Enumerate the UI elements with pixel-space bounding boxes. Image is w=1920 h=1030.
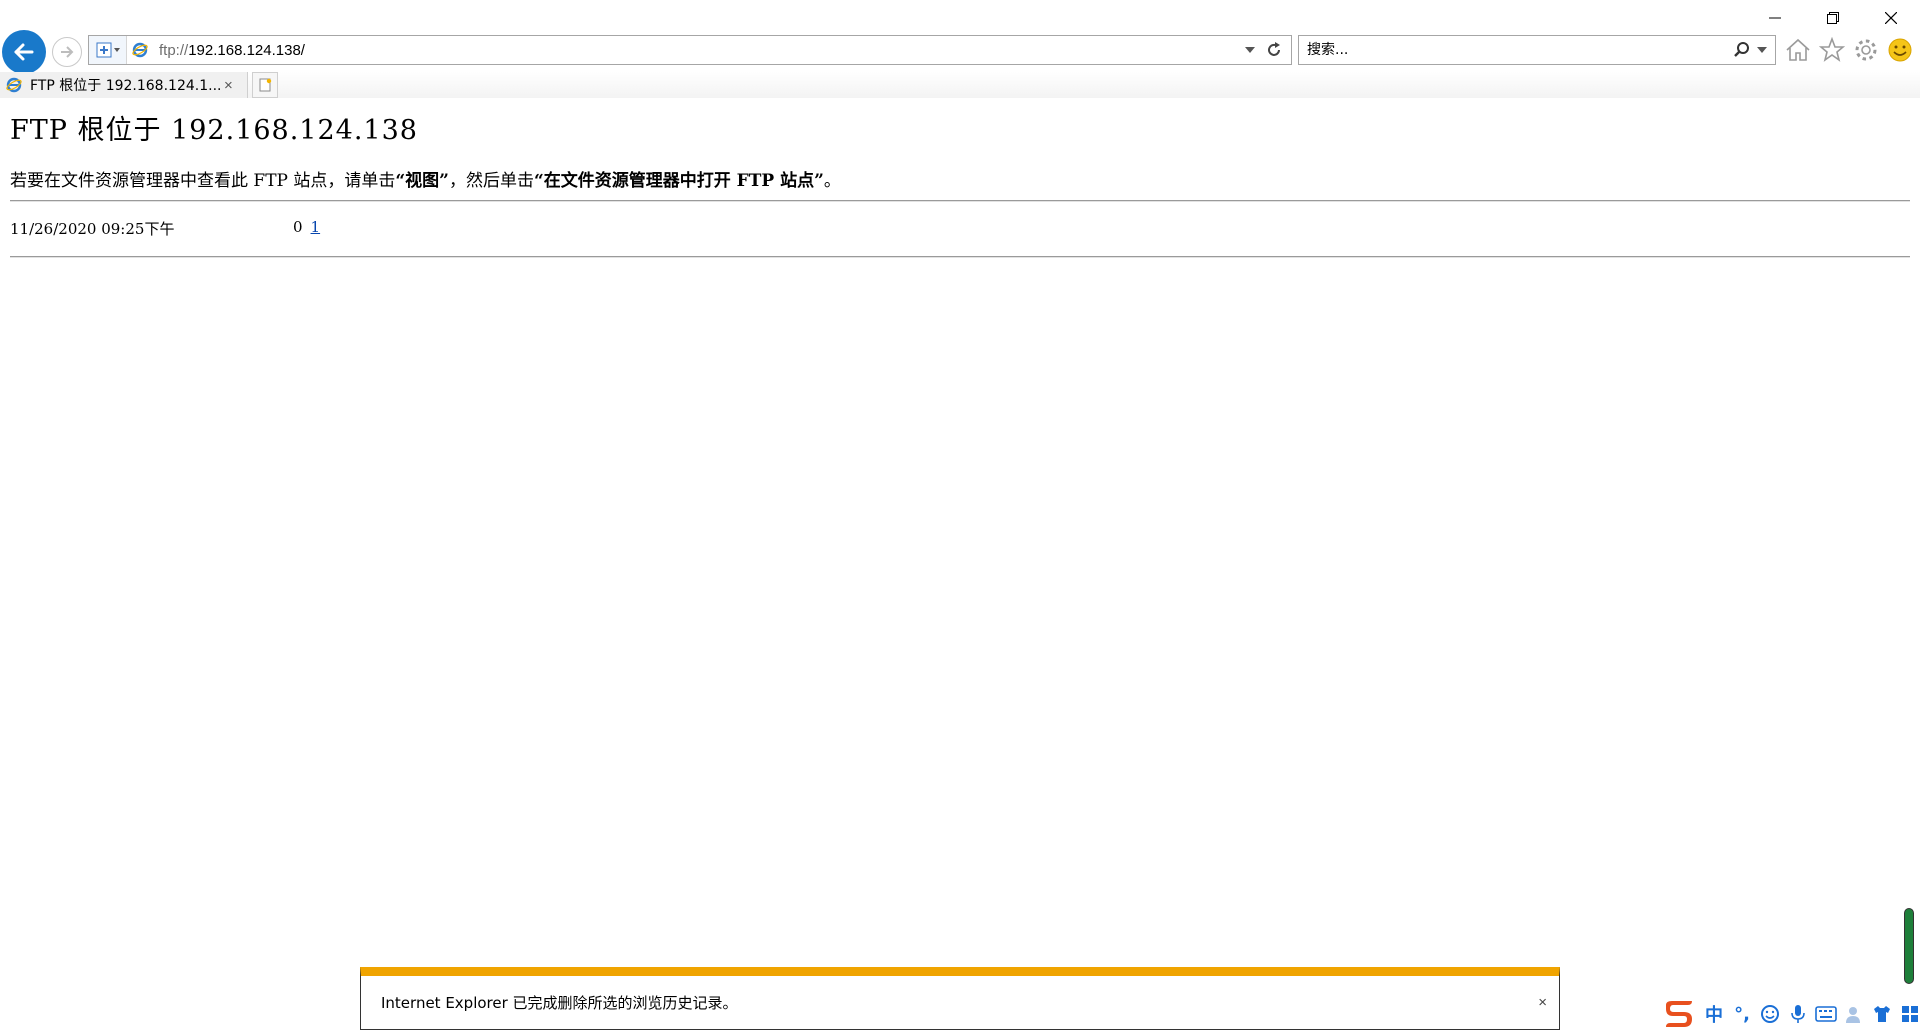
grid-icon — [1902, 1006, 1918, 1022]
keyboard-icon — [1815, 1006, 1837, 1022]
sogou-logo-icon — [1666, 1001, 1692, 1027]
instruction-middle: ，然后单击 — [448, 171, 534, 191]
ime-keyboard-button[interactable] — [1814, 1001, 1838, 1027]
search-input[interactable] — [1299, 41, 1733, 59]
ime-voice-button[interactable] — [1786, 1001, 1810, 1027]
internet-explorer-icon — [6, 77, 22, 93]
instruction-open: “在文件资源管理器中打开 FTP 站点” — [533, 171, 824, 191]
tab-bar: FTP 根位于 192.168.124.1... × — [0, 72, 1920, 98]
refresh-icon[interactable] — [1265, 41, 1283, 59]
gear-icon — [1855, 39, 1877, 61]
ie-page-icon — [127, 36, 153, 64]
url-host: 192.168.124.138/ — [188, 41, 305, 59]
chevron-down-icon — [113, 48, 120, 52]
ime-toolbar: 中 °, — [1660, 998, 1920, 1030]
star-icon — [1819, 37, 1845, 62]
notification-message: Internet Explorer 已完成删除所选的浏览历史记录。 — [381, 994, 738, 1012]
instruction-suffix: 。 — [823, 171, 841, 191]
smiley-icon — [1888, 38, 1912, 62]
search-dropdown-icon[interactable] — [1757, 46, 1767, 54]
ime-punctuation-toggle[interactable]: °, — [1730, 1001, 1754, 1027]
address-dropdown-icon[interactable] — [1245, 46, 1255, 54]
ime-skin-button[interactable] — [1870, 1001, 1894, 1027]
instruction-view: “视图” — [395, 171, 449, 191]
user-icon — [1846, 1007, 1860, 1023]
microphone-icon — [1791, 1005, 1805, 1023]
page-title: FTP 根位于 192.168.124.138 — [10, 115, 418, 146]
side-gauge — [1904, 908, 1914, 984]
listing-size: 0 — [293, 218, 303, 236]
minimize-icon — [1769, 17, 1781, 19]
compatibility-button[interactable] — [89, 36, 127, 64]
instruction-prefix: 若要在文件资源管理器中查看此 FTP 站点，请单击 — [10, 171, 396, 191]
new-tab-icon — [259, 78, 272, 92]
tab-title: FTP 根位于 192.168.124.1... — [30, 78, 220, 94]
listing-link[interactable]: 1 — [311, 218, 321, 239]
add-page-icon — [96, 42, 111, 58]
search-box[interactable] — [1298, 35, 1776, 65]
url-text[interactable]: ftp://192.168.124.138/ — [153, 42, 1245, 59]
shirt-icon — [1874, 1006, 1890, 1022]
navigation-bar: ftp://192.168.124.138/ — [0, 30, 1920, 74]
command-icons — [1784, 36, 1914, 64]
notification-close-button[interactable]: × — [1538, 994, 1547, 1011]
page-content: FTP 根位于 192.168.124.138 若要在文件资源管理器中查看此 F… — [0, 98, 1920, 1030]
ime-user-button[interactable] — [1842, 1001, 1866, 1027]
instruction-text: 若要在文件资源管理器中查看此 FTP 站点，请单击“视图”，然后单击“在文件资源… — [10, 166, 841, 191]
arrow-left-icon — [14, 43, 34, 61]
ime-mode-toggle[interactable]: 中 — [1702, 1001, 1726, 1027]
listing-date: 11/26/2020 09:25下午 — [10, 220, 175, 238]
favorites-button[interactable] — [1818, 36, 1846, 64]
list-item: 11/26/2020 09:25下午 0 1 — [10, 218, 320, 239]
url-scheme: ftp:// — [159, 41, 189, 59]
notification-bar: Internet Explorer 已完成删除所选的浏览历史记录。 × — [360, 967, 1560, 1030]
close-icon — [1885, 12, 1897, 24]
tab-ftp-root[interactable]: FTP 根位于 192.168.124.1... × — [0, 72, 248, 98]
new-tab-button[interactable] — [252, 72, 278, 98]
arrow-right-icon — [61, 46, 74, 58]
ime-emoji-button[interactable] — [1758, 1001, 1782, 1027]
restore-icon — [1827, 12, 1839, 24]
divider-top — [10, 200, 1910, 202]
home-icon — [1786, 38, 1810, 61]
tab-close-button[interactable]: × — [224, 77, 233, 94]
home-button[interactable] — [1784, 36, 1812, 64]
back-button[interactable] — [2, 30, 46, 74]
emoji-icon — [1761, 1005, 1779, 1023]
search-icon[interactable] — [1733, 41, 1751, 59]
forward-button[interactable] — [52, 37, 82, 67]
feedback-button[interactable] — [1886, 36, 1914, 64]
address-bar[interactable]: ftp://192.168.124.138/ — [88, 35, 1292, 65]
ime-logo-button[interactable] — [1660, 998, 1698, 1030]
internet-explorer-icon — [132, 42, 148, 58]
ime-toolbox-button[interactable] — [1898, 1001, 1920, 1027]
divider-bottom — [10, 256, 1910, 258]
tools-button[interactable] — [1852, 36, 1880, 64]
